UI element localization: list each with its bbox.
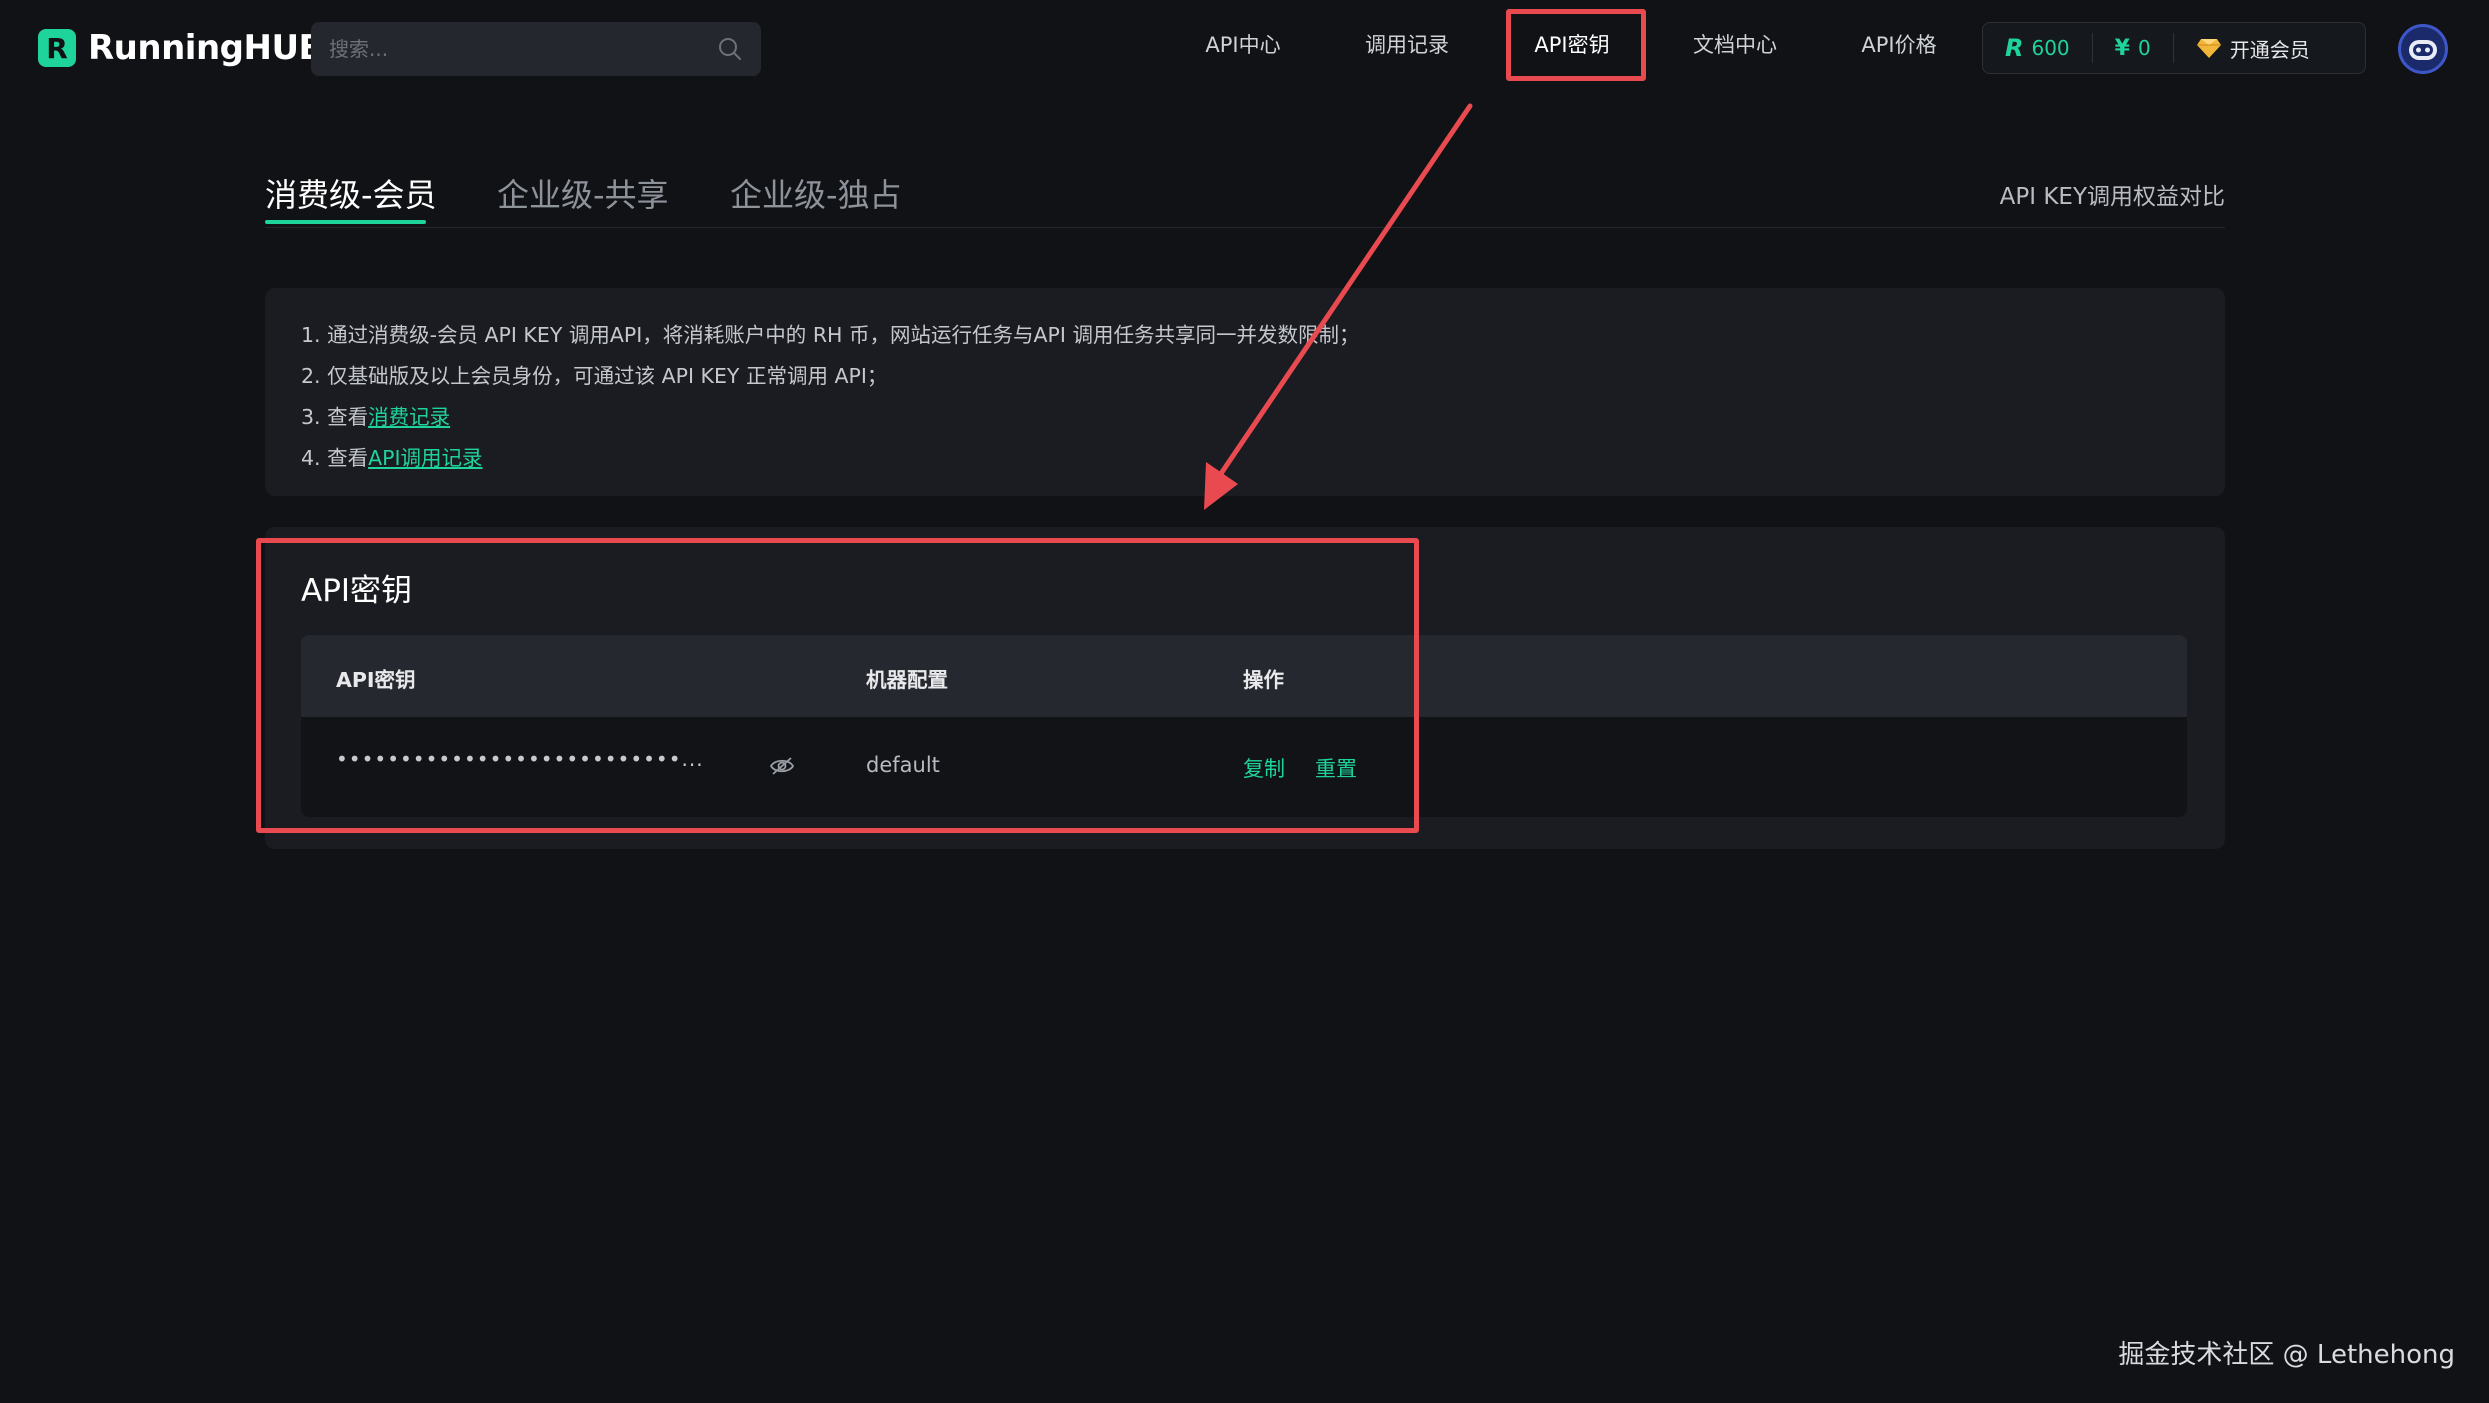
logo-text: RunningHUB <box>88 28 324 68</box>
watermark: 掘金技术社区 @ Lethehong <box>2118 1340 2455 1370</box>
tab-consumer-member[interactable]: 消费级-会员 <box>265 170 437 216</box>
robot-avatar-icon <box>2409 40 2437 60</box>
rh-coin-amount: 600 <box>2031 36 2070 60</box>
column-header-machine-config: 机器配置 <box>866 668 948 692</box>
logo[interactable]: R RunningHUB <box>38 28 324 68</box>
cash-balance[interactable]: ¥ 0 <box>2091 33 2173 63</box>
api-key-section-title: API密钥 <box>301 573 413 609</box>
compare-benefits-link[interactable]: API KEY调用权益对比 <box>2000 177 2225 211</box>
diamond-icon <box>2196 39 2221 58</box>
notice-line-4: 4. 查看API调用记录 <box>301 438 2189 479</box>
search-input[interactable] <box>329 37 717 61</box>
yen-icon: ¥ <box>2114 35 2130 61</box>
nav-item-docs[interactable]: 文档中心 <box>1678 10 1792 80</box>
search-icon[interactable] <box>717 36 743 62</box>
reset-button[interactable]: 重置 <box>1315 753 1357 783</box>
machine-config-value: default <box>866 753 940 777</box>
table-row: •••••••••••••••••••••••••••... default 复… <box>301 717 2187 817</box>
nav-item-api-pricing[interactable]: API价格 <box>1842 10 1956 80</box>
table-header: API密钥 机器配置 操作 <box>301 635 2187 717</box>
masked-api-key: •••••••••••••••••••••••••••... <box>336 747 704 771</box>
vip-button[interactable]: 开通会员 <box>2172 33 2332 63</box>
notice-line-1: 1. 通过消费级-会员 API KEY 调用API，将消耗账户中的 RH 币，网… <box>301 323 1360 347</box>
consumption-records-link[interactable]: 消费记录 <box>368 405 450 429</box>
rh-coin-balance[interactable]: R 600 <box>1983 33 2092 63</box>
avatar[interactable] <box>2398 24 2448 74</box>
search-box <box>311 22 761 76</box>
logo-mark: R <box>38 29 76 67</box>
page: R RunningHUB API中心 调用记录 API密钥 文档中心 API价格… <box>0 0 2489 1403</box>
tab-enterprise-dedicated[interactable]: 企业级-独占 <box>730 170 902 216</box>
wallet-bar: R 600 ¥ 0 开通会员 <box>1982 22 2366 74</box>
active-tab-indicator <box>265 220 426 224</box>
vip-label: 开通会员 <box>2229 37 2310 62</box>
rh-coin-icon: R <box>2005 34 2024 62</box>
notice-line-4-prefix: 4. 查看 <box>301 446 369 470</box>
api-key-table: API密钥 机器配置 操作 ••••••••••••••••••••••••••… <box>301 635 2187 817</box>
api-call-records-link[interactable]: API调用记录 <box>368 446 482 470</box>
plan-tabs: 消费级-会员 企业级-共享 企业级-独占 API KEY调用权益对比 <box>265 160 2225 228</box>
copy-button[interactable]: 复制 <box>1243 753 1285 783</box>
eye-slash-icon[interactable] <box>769 753 795 779</box>
notice-line-3: 3. 查看消费记录 <box>301 397 2189 438</box>
nav-item-call-records[interactable]: 调用记录 <box>1350 10 1464 80</box>
notice-line-2: 2. 仅基础版及以上会员身份，可通过该 API KEY 正常调用 API； <box>301 364 888 388</box>
column-header-api-key: API密钥 <box>336 668 416 692</box>
column-header-actions: 操作 <box>1243 668 1284 692</box>
nav-item-api-center[interactable]: API中心 <box>1186 10 1300 80</box>
api-key-card: API密钥 API密钥 机器配置 操作 ••••••••••••••••••••… <box>265 527 2225 849</box>
tab-enterprise-shared[interactable]: 企业级-共享 <box>497 170 669 216</box>
notice-card: 1. 通过消费级-会员 API KEY 调用API，将消耗账户中的 RH 币，网… <box>265 288 2225 496</box>
top-bar: R RunningHUB API中心 调用记录 API密钥 文档中心 API价格… <box>0 0 2489 96</box>
notice-line-3-prefix: 3. 查看 <box>301 405 369 429</box>
nav-item-api-keys[interactable]: API密钥 <box>1512 10 1632 80</box>
cash-amount: 0 <box>2137 36 2151 60</box>
